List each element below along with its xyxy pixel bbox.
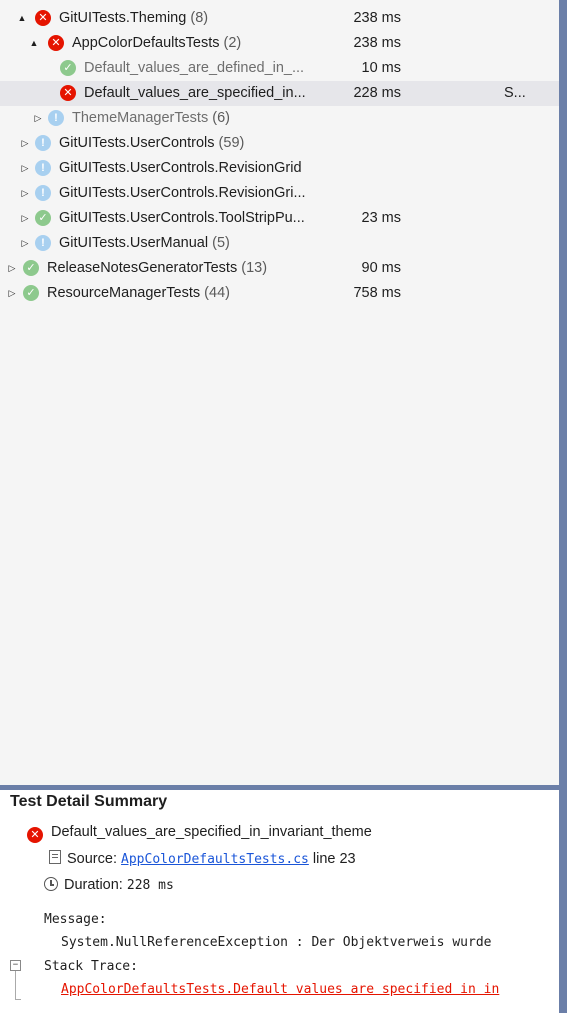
tree-row[interactable]: ▲ ✕ AppColorDefaultsTests (2) 238 ms: [0, 31, 559, 56]
test-name: GitUITests.UserManual: [59, 235, 209, 251]
document-icon: [49, 850, 61, 864]
check-circle-icon: ✓: [23, 260, 39, 276]
duration-value: 228 ms: [126, 878, 174, 893]
info-circle-icon: !: [48, 110, 64, 126]
x-circle-icon: ✕: [48, 35, 64, 51]
detail-source-row: Source: AppColorDefaultsTests.cs line 23: [49, 850, 356, 867]
tree-row[interactable]: ▲ ✕ GitUITests.Theming (8) 238 ms: [0, 6, 559, 31]
tree-row-label: ThemeManagerTests (6): [72, 106, 230, 131]
expand-arrow-icon[interactable]: ▷: [19, 131, 31, 156]
expand-arrow-icon[interactable]: ▷: [19, 181, 31, 206]
source-label: Source:: [67, 851, 117, 867]
tree-row-label: Default_values_are_specified_in...: [84, 81, 306, 106]
test-detail-summary: Test Detail Summary ✕ Default_values_are_…: [0, 790, 559, 1013]
check-circle-icon: ✓: [23, 285, 39, 301]
tree-row[interactable]: ✓ Default_values_are_defined_in_... 10 ms: [0, 56, 559, 81]
test-count: (59): [218, 135, 245, 151]
test-name: GitUITests.UserControls: [59, 135, 215, 151]
tree-row-label: ReleaseNotesGeneratorTests (13): [47, 256, 267, 281]
tree-row-label: ResourceManagerTests (44): [47, 281, 230, 306]
test-duration: 238 ms: [353, 10, 401, 26]
x-circle-icon: ✕: [27, 827, 43, 843]
test-count: (6): [212, 110, 230, 126]
window-border: [559, 0, 567, 1013]
tree-row[interactable]: ▷! GitUITests.UserControls.RevisionGrid: [0, 156, 559, 181]
test-name: Default_values_are_specified_in...: [84, 85, 306, 101]
expand-arrow-icon[interactable]: ▷: [32, 106, 44, 131]
collapse-guide-line: [15, 971, 16, 999]
tree-row-label: AppColorDefaultsTests (2): [72, 31, 241, 56]
test-duration: 23 ms: [361, 210, 402, 226]
x-circle-icon: ✕: [60, 85, 76, 101]
collapse-arrow-icon[interactable]: ▲: [16, 6, 28, 31]
test-name: GitUITests.UserControls.RevisionGrid: [59, 160, 302, 176]
check-circle-icon: ✓: [60, 60, 76, 76]
info-circle-icon: !: [35, 160, 51, 176]
stack-trace-label: Stack Trace:: [44, 959, 138, 974]
test-name: ThemeManagerTests: [72, 110, 209, 126]
test-name: ResourceManagerTests: [47, 285, 201, 301]
source-file-link[interactable]: AppColorDefaultsTests.cs: [121, 852, 309, 867]
tree-row[interactable]: ▷! GitUITests.UserControls.RevisionGri...: [0, 181, 559, 206]
test-duration: 90 ms: [361, 260, 402, 276]
stack-trace-link[interactable]: AppColorDefaultsTests.Default values are…: [61, 982, 499, 997]
tree-row[interactable]: ▷! ThemeManagerTests (6): [0, 106, 559, 131]
message-text[interactable]: System.NullReferenceException : Der Obje…: [61, 935, 491, 950]
tree-row-label: Default_values_are_defined_in_...: [84, 56, 304, 81]
tree-row[interactable]: ▷ ✓ ResourceManagerTests (44) 758 ms: [0, 281, 559, 306]
test-name: GitUITests.Theming: [59, 10, 187, 26]
test-count: (44): [204, 285, 230, 301]
test-duration: 228 ms: [353, 85, 401, 101]
expand-arrow-icon[interactable]: ▷: [6, 256, 18, 281]
expand-arrow-icon[interactable]: ▷: [19, 206, 31, 231]
check-circle-icon: ✓: [35, 210, 51, 226]
test-name: Default_values_are_defined_in_...: [84, 60, 305, 76]
tree-row[interactable]: ▷! GitUITests.UserManual (5): [0, 231, 559, 256]
info-circle-icon: !: [35, 135, 51, 151]
tree-row[interactable]: ▷ ✓ GitUITests.UserControls.ToolStripPu...…: [0, 206, 559, 231]
test-name: AppColorDefaultsTests: [72, 35, 220, 51]
tree-row-label: GitUITests.UserControls.RevisionGrid: [59, 156, 302, 181]
test-duration: 758 ms: [353, 285, 401, 301]
test-count: (2): [223, 35, 242, 51]
test-name: GitUITests.UserControls.RevisionGri...: [59, 185, 306, 201]
tree-row-label: GitUITests.Theming (8): [59, 6, 208, 31]
expand-arrow-icon[interactable]: ▷: [6, 281, 18, 306]
info-circle-icon: !: [35, 235, 51, 251]
test-name: ReleaseNotesGeneratorTests: [47, 260, 238, 276]
detail-duration-row: Duration: 228 ms: [44, 877, 174, 893]
clock-icon: [44, 877, 58, 891]
detail-test-name-row: ✕ Default_values_are_specified_in_invaria…: [27, 824, 372, 843]
test-name: GitUITests.UserControls.ToolStripPu...: [59, 210, 305, 226]
test-count: (13): [241, 260, 268, 276]
x-circle-icon: ✕: [35, 10, 51, 26]
test-extra-column: S...: [504, 85, 526, 101]
detail-title: Test Detail Summary: [10, 793, 168, 810]
collapse-guide-tail: [15, 999, 21, 1000]
tree-row-label: GitUITests.UserControls.RevisionGri...: [59, 181, 306, 206]
tree-row[interactable]: ▷ ✓ ReleaseNotesGeneratorTests (13) 90 ms: [0, 256, 559, 281]
test-explorer-tree[interactable]: ▲ ✕ GitUITests.Theming (8) 238 ms ▲ ✕ AppColor…: [0, 0, 559, 785]
test-count: (5): [212, 235, 230, 251]
expand-arrow-icon[interactable]: ▷: [19, 156, 31, 181]
info-circle-icon: !: [35, 185, 51, 201]
stack-trace-collapse-toggle[interactable]: −: [10, 960, 21, 971]
expand-arrow-icon[interactable]: ▷: [19, 231, 31, 256]
test-count: (8): [190, 10, 209, 26]
tree-row[interactable]: ✕ Default_values_are_specified_in... 228 m…: [0, 81, 559, 106]
tree-row-label: GitUITests.UserControls (59): [59, 131, 244, 156]
detail-test-name: Default_values_are_specified_in_invarian…: [51, 824, 372, 840]
test-duration: 238 ms: [353, 35, 401, 51]
collapse-arrow-icon[interactable]: ▲: [28, 31, 40, 56]
tree-row[interactable]: ▷! GitUITests.UserControls (59): [0, 131, 559, 156]
test-duration: 10 ms: [361, 60, 402, 76]
source-line: line 23: [312, 851, 356, 867]
tree-row-label: GitUITests.UserManual (5): [59, 231, 230, 256]
duration-label: Duration:: [64, 877, 123, 893]
tree-row-label: GitUITests.UserControls.ToolStripPu...: [59, 206, 305, 231]
message-label: Message:: [44, 912, 107, 927]
